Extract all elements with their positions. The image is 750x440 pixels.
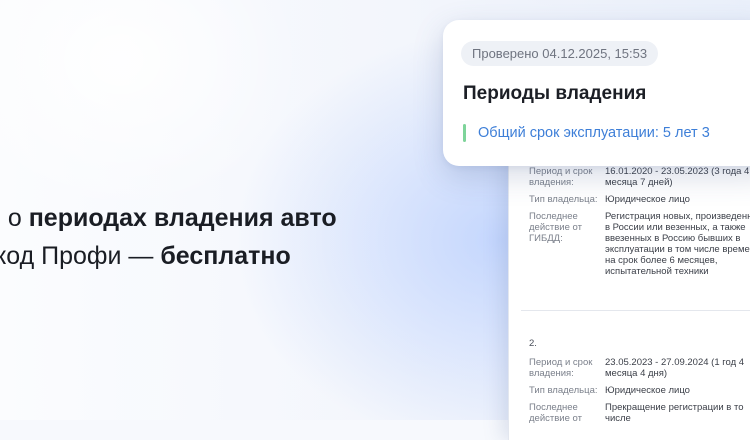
headline-line-1: е о периодах владения авто <box>0 204 337 232</box>
ownership-period-2: 2. Период и срок владения: 23.05.2023 - … <box>529 338 750 430</box>
total-operation-term: Общий срок эксплуатации: 5 лет 3 <box>478 125 710 141</box>
report-document: Период и срок владения: 16.01.2020 - 23.… <box>508 140 750 440</box>
last-action-row: Последнее действие от Прекращение регист… <box>529 402 744 424</box>
owner-type-row: Тип владельца: Юридическое лицо <box>529 194 690 205</box>
ownership-periods-card: Проверено 04.12.2025, 15:53 Периоды влад… <box>443 20 750 166</box>
period-term-row: Период и срок владения: 23.05.2023 - 27.… <box>529 357 745 379</box>
period-number: 2. <box>529 338 537 349</box>
period-term-row: Период и срок владения: 16.01.2020 - 23.… <box>529 166 750 188</box>
card-title: Периоды владения <box>463 83 647 104</box>
section-divider <box>521 310 750 311</box>
status-bar-indicator <box>463 124 466 142</box>
checked-date-badge: Проверено 04.12.2025, 15:53 <box>461 41 659 66</box>
last-action-row: Последнее действие от ГИБДД: Регистрация… <box>529 211 750 277</box>
ownership-period-1: Период и срок владения: 16.01.2020 - 23.… <box>529 166 750 283</box>
headline-line-2: код Профи — бесплатно <box>0 242 291 270</box>
promo-headline: е о периодах владения авто код Профи — б… <box>0 199 480 275</box>
owner-type-row: Тип владельца: Юридическое лицо <box>529 385 690 396</box>
